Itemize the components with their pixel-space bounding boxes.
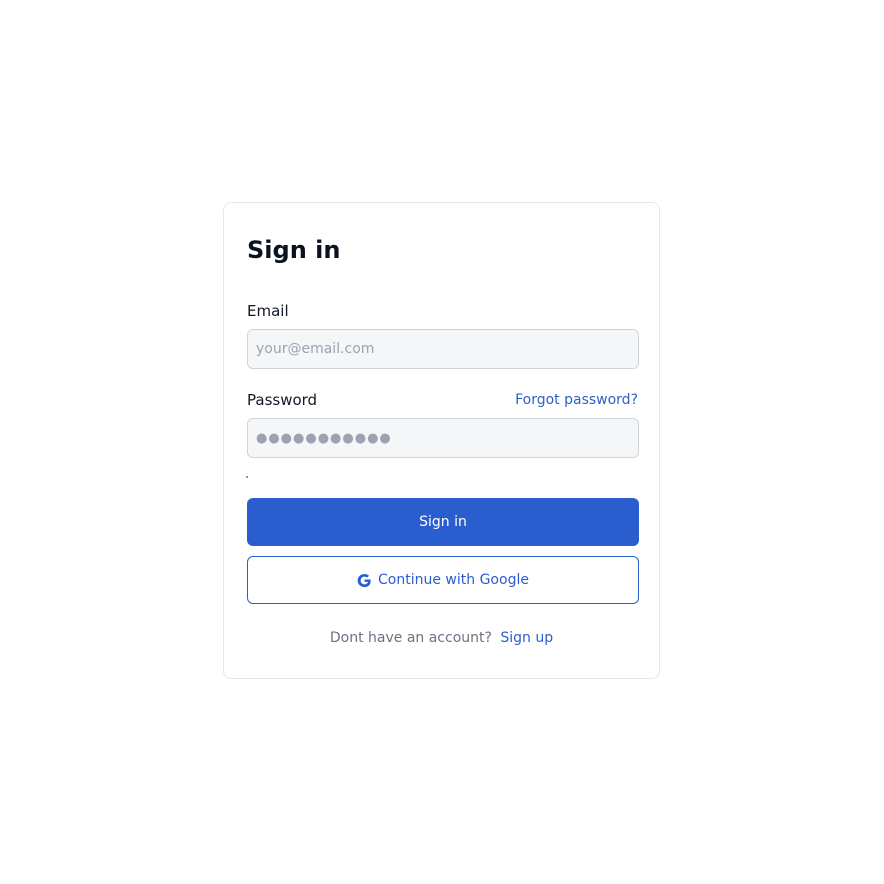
password-mask: ●●●●●●●●●●● xyxy=(256,430,392,446)
password-label: Password xyxy=(247,391,318,409)
signup-prompt: Dont have an account? Sign up xyxy=(224,630,659,646)
google-icon xyxy=(357,573,372,588)
email-label: Email xyxy=(247,302,289,320)
continue-with-google-label: Continue with Google xyxy=(378,572,529,588)
signup-prompt-text: Dont have an account? xyxy=(329,630,492,646)
signin-card: Sign in Email Password Forgot password? … xyxy=(223,202,660,679)
status-indicator xyxy=(246,476,248,478)
page-title: Sign in xyxy=(247,236,341,264)
sign-in-button[interactable]: Sign in xyxy=(247,498,639,546)
sign-in-button-label: Sign in xyxy=(419,514,467,530)
forgot-password-link[interactable]: Forgot password? xyxy=(515,392,638,408)
email-field[interactable] xyxy=(247,329,639,369)
sign-up-link[interactable]: Sign up xyxy=(500,630,553,646)
password-field[interactable]: ●●●●●●●●●●● xyxy=(247,418,639,458)
continue-with-google-button[interactable]: Continue with Google xyxy=(247,556,639,604)
